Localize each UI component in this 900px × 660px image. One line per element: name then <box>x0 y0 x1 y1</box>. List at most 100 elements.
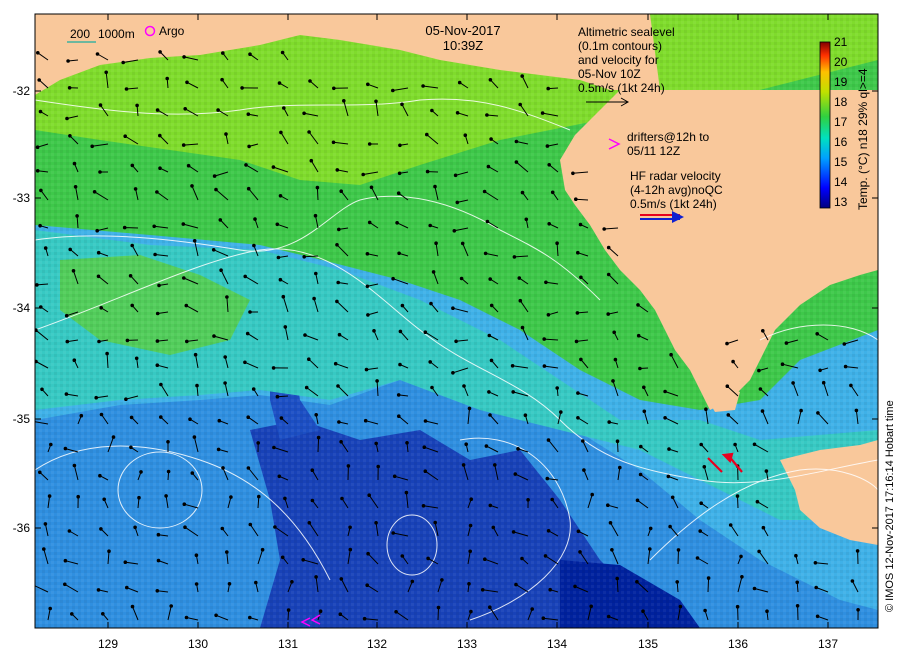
velocity-arrow-head <box>182 276 186 280</box>
velocity-arrow-head <box>615 439 620 444</box>
velocity-arrow-head <box>256 441 261 445</box>
velocity-arrow-head <box>139 470 143 474</box>
velocity-arrow-head <box>169 604 173 608</box>
velocity-arrow-head <box>243 274 247 279</box>
drifter-line: 05/11 12Z <box>627 144 680 158</box>
velocity-arrow-head <box>468 549 473 554</box>
velocity-arrow-head <box>38 223 42 228</box>
velocity-arrow-head <box>430 385 434 390</box>
velocity-arrow-head <box>514 139 519 144</box>
velocity-arrow-head <box>137 495 141 500</box>
velocity-arrow-head <box>276 255 281 260</box>
velocity-arrow-head <box>794 553 798 558</box>
velocity-arrow-head <box>38 109 43 114</box>
velocity-arrow-head <box>391 531 396 535</box>
velocity-arrow-head <box>544 280 548 285</box>
velocity-arrow-head <box>511 390 516 394</box>
velocity-arrow-head <box>814 585 819 590</box>
velocity-arrow-head <box>97 339 101 344</box>
velocity-arrow-head <box>467 582 471 586</box>
velocity-arrow-head <box>65 339 70 344</box>
velocity-arrow-head <box>574 197 578 201</box>
velocity-arrow-head <box>315 185 320 190</box>
velocity-arrow-head <box>469 609 473 614</box>
velocity-arrow-head <box>364 367 369 372</box>
velocity-arrow-head <box>73 185 78 189</box>
velocity-arrow-head <box>642 385 646 390</box>
velocity-arrow-head <box>740 575 744 579</box>
velocity-arrow-head <box>366 82 370 87</box>
velocity-arrow-head <box>462 384 466 388</box>
velocity-arrow-head <box>71 269 76 273</box>
velocity-arrow-head <box>35 283 39 287</box>
velocity-arrow-head <box>98 170 102 174</box>
velocity-arrow-head <box>130 604 135 609</box>
velocity-arrow-head <box>576 416 580 420</box>
velocity-arrow-head <box>333 361 338 366</box>
velocity-arrow-head <box>517 276 522 280</box>
velocity-arrow-head <box>394 610 398 614</box>
velocity-arrow-head <box>464 442 469 447</box>
velocity-arrow-head <box>514 160 519 164</box>
velocity-arrow-head <box>339 440 343 444</box>
velocity-arrow-head <box>96 588 101 592</box>
colorbar-tick: 16 <box>834 135 848 149</box>
velocity-arrow-head <box>488 277 493 281</box>
velocity-arrow-head <box>667 447 671 451</box>
velocity-arrow-head <box>128 274 133 278</box>
velocity-arrow-head <box>313 213 318 218</box>
velocity-arrow-head <box>526 498 530 502</box>
velocity-arrow-head <box>488 78 493 82</box>
velocity-arrow-head <box>275 394 280 399</box>
velocity-arrow-head <box>764 469 769 473</box>
velocity-arrow-head <box>397 171 402 176</box>
velocity-arrow-head <box>636 333 641 338</box>
velocity-arrow-head <box>99 527 103 531</box>
velocity-arrow-head <box>184 615 189 620</box>
velocity-arrow-head <box>404 490 409 495</box>
velocity-arrow-head <box>257 494 261 499</box>
velocity-arrow-head <box>43 246 48 250</box>
velocity-arrow-head <box>735 494 740 498</box>
velocity-arrow-head <box>606 312 611 316</box>
velocity-arrow-head <box>579 275 583 280</box>
velocity-arrow-head <box>220 77 224 82</box>
velocity-arrow-head <box>376 464 381 469</box>
velocity-arrow-head <box>346 464 351 468</box>
y-tick-label: -34 <box>13 301 31 315</box>
velocity-arrow-head <box>636 303 640 307</box>
velocity-arrow-head <box>301 558 306 562</box>
velocity-arrow-head <box>530 607 535 611</box>
velocity-arrow-head <box>422 445 427 450</box>
velocity-arrow-head <box>245 331 250 336</box>
velocity-arrow-head <box>90 144 94 149</box>
colorbar-gradient <box>819 41 831 209</box>
velocity-arrow-head <box>365 583 370 588</box>
velocity-arrow-head <box>72 463 77 468</box>
velocity-arrow-head <box>457 80 462 85</box>
velocity-arrow-head <box>486 164 491 169</box>
velocity-arrow-head <box>159 382 163 387</box>
velocity-arrow-head <box>761 329 765 333</box>
velocity-arrow-head <box>283 325 288 329</box>
velocity-arrow-head <box>843 364 848 369</box>
velocity-arrow-head <box>396 393 401 397</box>
velocity-arrow-head <box>70 612 74 616</box>
velocity-arrow-head <box>134 356 139 361</box>
velocity-arrow-head <box>488 503 493 508</box>
velocity-arrow-head <box>855 549 860 553</box>
velocity-arrow-head <box>99 306 103 310</box>
velocity-arrow-head <box>460 241 465 246</box>
velocity-arrow-head <box>63 558 68 563</box>
x-tick-label: 135 <box>638 637 658 651</box>
velocity-arrow-head <box>405 441 409 445</box>
velocity-arrow-head <box>635 498 640 503</box>
velocity-arrow-head <box>669 352 673 357</box>
velocity-arrow-head <box>188 417 192 422</box>
velocity-arrow-head <box>290 580 294 584</box>
hf-line: HF radar velocity <box>630 169 721 183</box>
velocity-arrow-head <box>165 76 169 81</box>
velocity-arrow-head <box>314 575 318 579</box>
velocity-arrow-head <box>67 86 72 90</box>
velocity-arrow-head <box>578 550 582 554</box>
